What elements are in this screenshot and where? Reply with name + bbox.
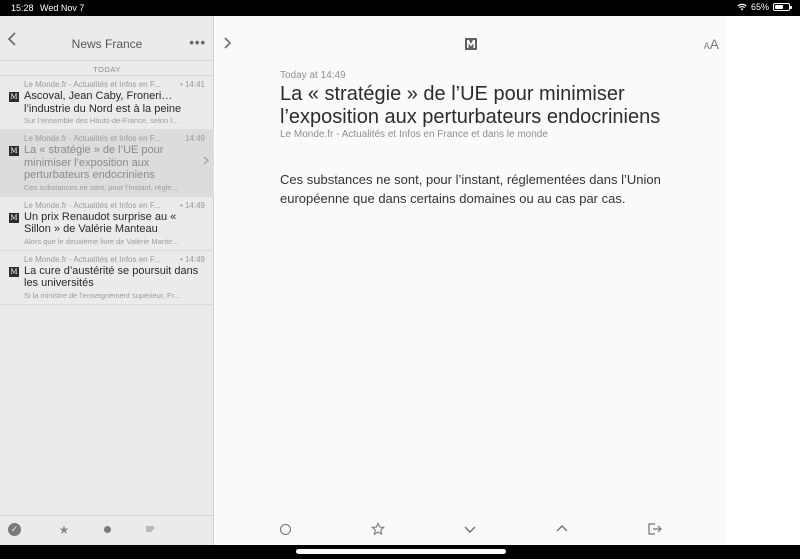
all-articles-filter-button[interactable] <box>143 523 157 537</box>
article-item-renaudot[interactable]: M Le Monde.fr - Actualités et Infos en F… <box>0 197 214 251</box>
article-list: M Le Monde.fr - Actualités et Infos en F… <box>0 76 214 305</box>
wifi-icon <box>737 3 747 11</box>
article-title: La cure d’austérité se poursuit dans les… <box>24 264 199 290</box>
chevron-right-icon <box>203 156 209 165</box>
text-size-button[interactable]: AA <box>704 36 719 54</box>
article-source: Le Monde.fr - Actualités et Infos en F..… <box>24 200 161 210</box>
article-source: Le Monde.fr - Actualités et Infos en F..… <box>24 254 161 264</box>
article-time: 14:49 <box>184 134 205 143</box>
article-source: Le Monde.fr - Actualités et Infos en F..… <box>24 134 161 143</box>
article-title: La « stratégie » de l’UE pour minimiser … <box>24 144 164 181</box>
article-source-row: Le Monde.fr - Actualités et Infos en F..… <box>24 134 205 143</box>
article-reader: AA Today at 14:49 La « stratégie » de l’… <box>215 16 727 545</box>
previous-article-button[interactable] <box>554 522 570 538</box>
article-time: • 14:49 <box>179 254 205 264</box>
status-right: 65% <box>737 2 792 12</box>
article-excerpt: Ces substances ne sont, pour l’instant, … <box>24 182 178 192</box>
home-indicator[interactable] <box>296 549 506 554</box>
status-date: Wed Nov 7 <box>40 3 85 13</box>
le-monde-favicon-icon: M <box>9 212 19 223</box>
battery-icon <box>773 3 792 11</box>
empty-panel <box>727 16 800 545</box>
star-outline-icon <box>370 521 386 536</box>
battery-percent: 65% <box>750 2 769 12</box>
status-bar: 15:28 Wed Nov 7 65% <box>0 0 800 16</box>
article-title: Un prix Renaudot surprise au « Sillon » … <box>24 210 177 236</box>
star-button[interactable] <box>370 521 386 538</box>
article-item-austerite[interactable]: M Le Monde.fr - Actualités et Infos en F… <box>0 251 214 305</box>
unread-dot-icon <box>103 526 111 533</box>
article-headline: La « stratégie » de l’UE pour minimiser … <box>280 83 661 128</box>
article-list-sidebar: News France ••• TODAY M Le Monde.fr - Ac… <box>0 16 214 545</box>
check-circle-icon: ✓ <box>8 523 21 536</box>
status-time: 15:28 <box>11 3 34 13</box>
article-excerpt: Alors que le deuxième livre de Valérie M… <box>24 236 179 246</box>
article-source-row: Le Monde.fr - Actualités et Infos en F..… <box>24 201 205 210</box>
text-size-large-icon: A <box>709 36 719 52</box>
article-excerpt: Sur l’ensemble des Hauts-de-France, selo… <box>24 116 179 125</box>
circle-icon <box>279 524 291 535</box>
le-monde-favicon-icon: M <box>9 146 19 156</box>
mark-unread-button[interactable] <box>277 522 293 538</box>
article-source-row: Le Monde.fr - Actualités et Infos en F..… <box>24 80 205 89</box>
chevron-up-icon <box>556 525 568 532</box>
app-screen: News France ••• TODAY M Le Monde.fr - Ac… <box>0 16 800 545</box>
more-options-icon[interactable]: ••• <box>189 35 206 50</box>
le-monde-favicon-icon: M <box>9 266 19 277</box>
article-source-link[interactable]: Le Monde.fr - Actualités et Infos en Fra… <box>280 129 548 140</box>
next-article-button[interactable] <box>462 522 478 538</box>
article-source: Le Monde.fr - Actualités et Infos en F..… <box>24 80 161 89</box>
le-monde-favicon-icon: M <box>9 92 19 102</box>
article-body: Ces substances ne sont, pour l’instant, … <box>280 172 661 206</box>
sidebar-header: News France ••• <box>0 16 214 60</box>
section-header-today: TODAY <box>0 60 214 76</box>
article-time: • 14:41 <box>179 80 205 89</box>
feed-title: News France <box>71 37 143 51</box>
article-title: Ascoval, Jean Caby, Froneri… l’industrie… <box>24 90 182 115</box>
mark-all-read-button[interactable]: ✓ <box>8 523 22 537</box>
article-excerpt: Si la ministre de l’enseignement supérie… <box>24 290 180 300</box>
sidebar-toolbar: ✓ ★ <box>0 515 214 545</box>
battery-fill <box>775 5 784 9</box>
article-item-strategie-ue[interactable]: M Le Monde.fr - Actualités et Infos en F… <box>0 130 214 197</box>
article-date: Today at 14:49 <box>280 70 346 81</box>
unread-filter-button[interactable] <box>100 523 114 537</box>
share-button[interactable] <box>647 522 663 538</box>
share-exit-icon <box>648 523 662 535</box>
reader-toolbar <box>215 515 727 545</box>
mercury-reader-icon[interactable] <box>465 38 477 50</box>
article-time: • 14:49 <box>179 200 205 210</box>
expand-chevron-right-icon[interactable] <box>223 36 233 50</box>
star-icon: ★ <box>58 523 70 537</box>
chevron-down-icon <box>464 526 476 533</box>
article-source-row: Le Monde.fr - Actualités et Infos en F..… <box>24 255 205 264</box>
article-item-ascoval[interactable]: M Le Monde.fr - Actualités et Infos en F… <box>0 76 214 130</box>
list-icon <box>146 526 154 532</box>
starred-filter-button[interactable]: ★ <box>57 523 71 537</box>
